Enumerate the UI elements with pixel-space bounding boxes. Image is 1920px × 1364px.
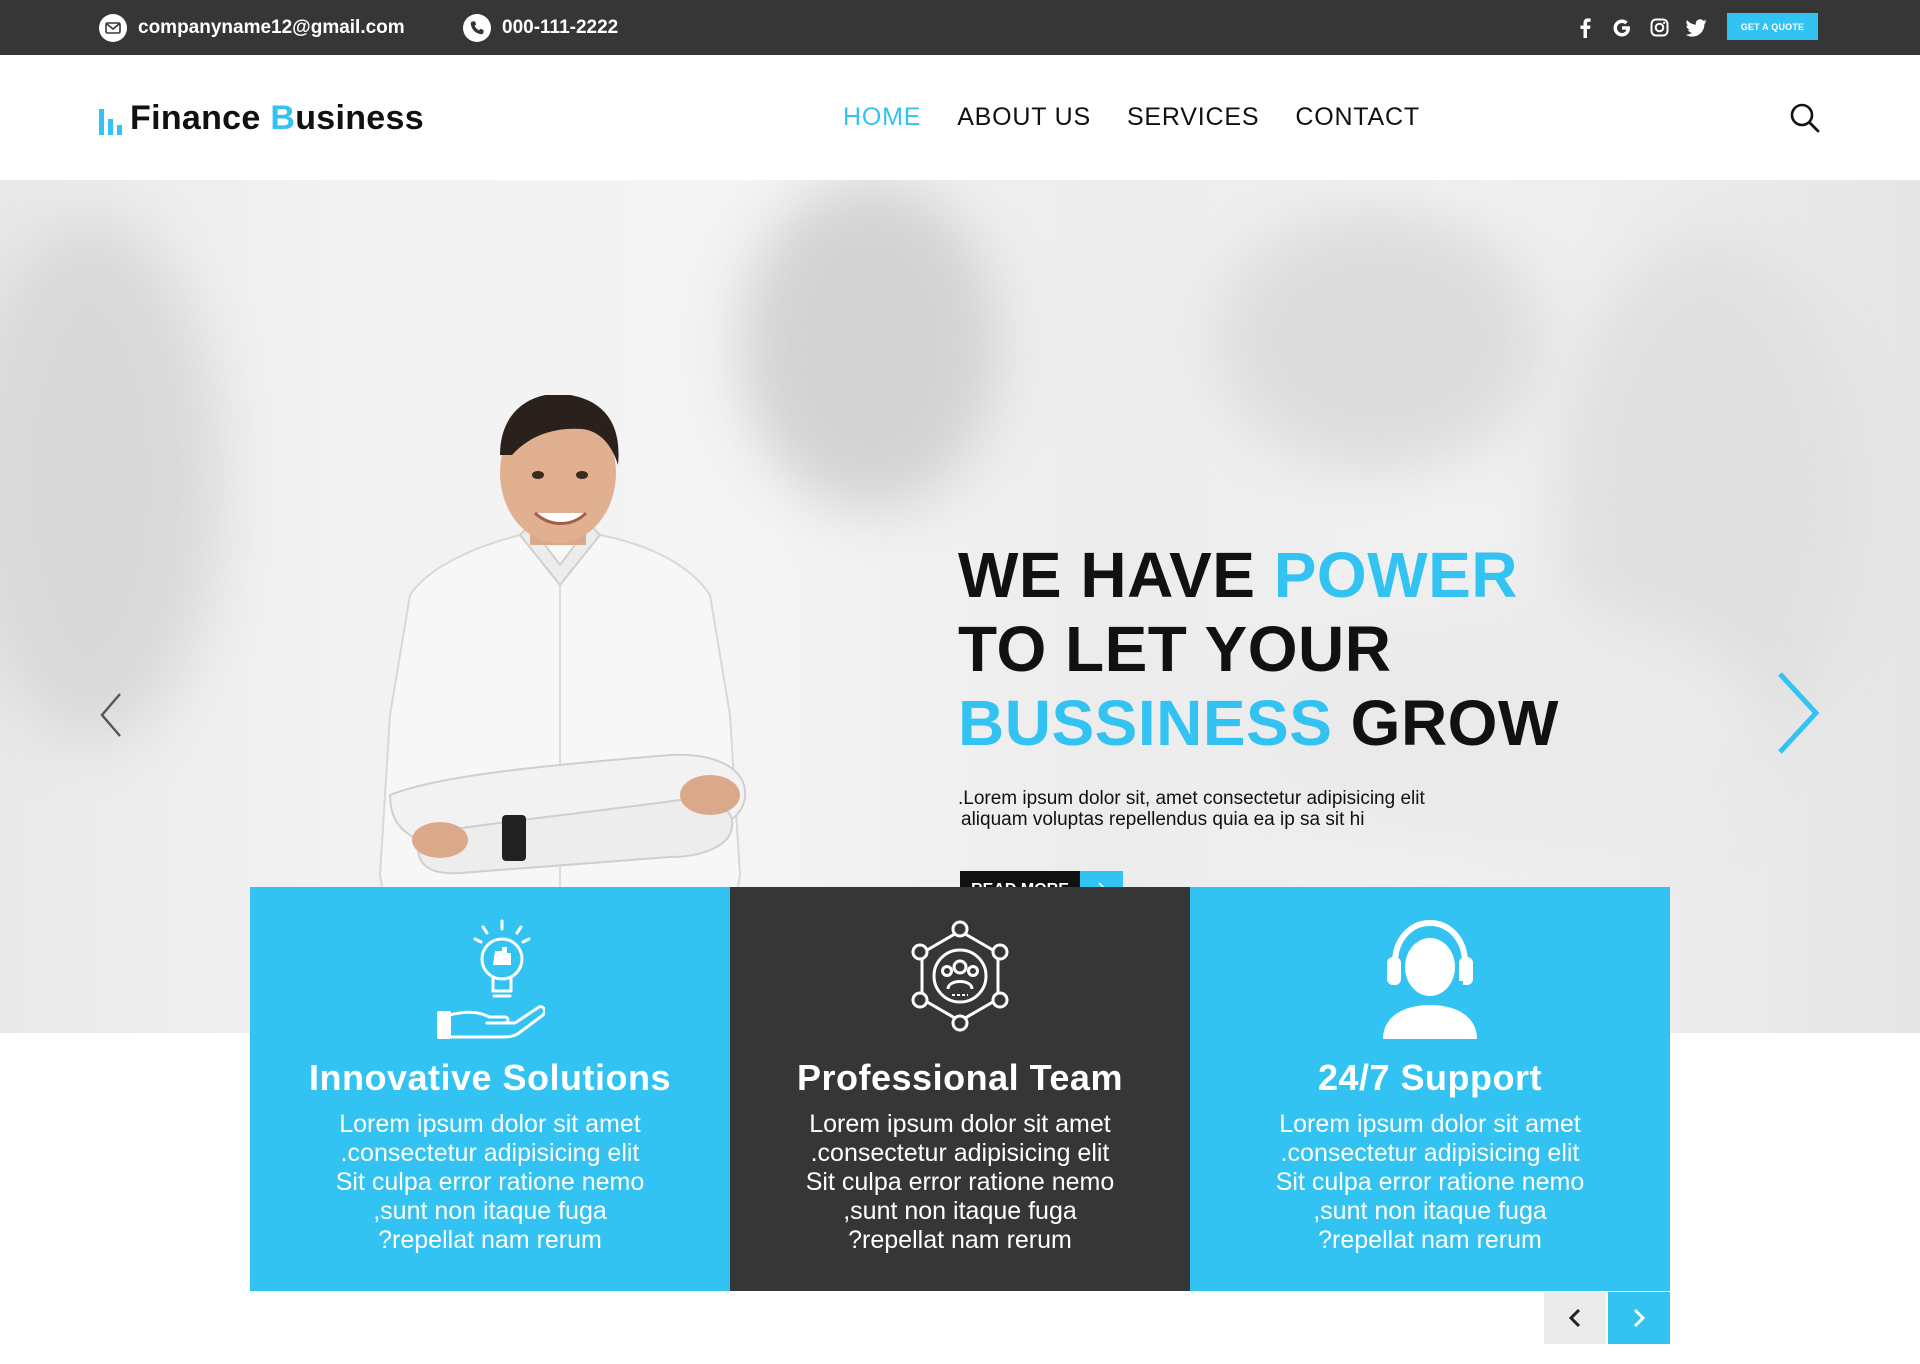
facebook-icon[interactable]: [1574, 17, 1596, 39]
slider-next-arrow[interactable]: [1774, 670, 1822, 756]
email-text: companyname12@gmail.com: [138, 16, 405, 38]
feature-description: Lorem ipsum dolor sit amet .consectetur …: [805, 1110, 1115, 1254]
team-network-icon: [905, 919, 1015, 1039]
get-a-quote-button[interactable]: GET A QUOTE: [1727, 13, 1818, 40]
nav-home[interactable]: HOME: [843, 103, 921, 132]
feature-title: 24/7 Support: [1317, 1057, 1543, 1098]
background-blur: [740, 180, 1000, 510]
phone-text: 000-111-2222: [502, 16, 619, 38]
feature-card-professional-team: Professional Team Lorem ipsum dolor sit …: [730, 887, 1190, 1291]
nav-services[interactable]: SERVICES: [1127, 103, 1259, 132]
feature-title: Professional Team: [797, 1057, 1123, 1098]
phone-icon: [463, 13, 491, 42]
hero-heading: WE HAVE POWER TO LET YOUR BUSSINESS GROW: [958, 539, 1559, 759]
chevron-left-icon: [1568, 1308, 1581, 1328]
site-logo[interactable]: Finance Business: [99, 99, 424, 138]
cards-prev-button[interactable]: [1544, 1292, 1606, 1344]
feature-description: Lorem ipsum dolor sit amet .consectetur …: [1275, 1110, 1585, 1254]
chevron-right-icon: [1633, 1308, 1646, 1328]
feature-description: Lorem ipsum dolor sit amet .consectetur …: [335, 1110, 645, 1254]
hero-description: .Lorem ipsum dolor sit, amet consectetur…: [958, 788, 1425, 830]
main-nav: HOME ABOUT US SERVICES CONTACT: [843, 103, 1420, 132]
background-blur: [0, 220, 220, 740]
instagram-icon[interactable]: [1648, 17, 1670, 39]
phone-contact[interactable]: 000-111-2222: [463, 0, 618, 55]
top-bar: companyname12@gmail.com 000-111-2222 GET…: [0, 0, 1920, 55]
background-blur: [1220, 210, 1540, 470]
site-header: Finance Business HOME ABOUT US SERVICES …: [0, 55, 1920, 180]
feature-title: Innovative Solutions: [308, 1057, 672, 1098]
social-links: [1574, 0, 1707, 55]
twitter-icon[interactable]: [1685, 17, 1707, 39]
slider-prev-arrow[interactable]: [96, 690, 126, 740]
mail-icon: [99, 13, 127, 42]
logo-text: Finance Business: [130, 99, 424, 137]
search-icon[interactable]: [1788, 101, 1822, 135]
feature-card-innovative-solutions: Innovative Solutions Lorem ipsum dolor s…: [250, 887, 730, 1291]
logo-bars-icon: [99, 108, 122, 135]
google-icon[interactable]: [1611, 17, 1633, 39]
nav-about-us[interactable]: ABOUT US: [957, 103, 1091, 132]
feature-card-24-7-support: 24/7 Support Lorem ipsum dolor sit amet …: [1190, 887, 1670, 1291]
headset-support-icon: [1375, 919, 1485, 1039]
feature-cards: Innovative Solutions Lorem ipsum dolor s…: [250, 887, 1670, 1291]
lightbulb-hand-icon: [435, 919, 547, 1039]
cards-next-button[interactable]: [1608, 1292, 1670, 1344]
nav-contact[interactable]: CONTACT: [1295, 103, 1420, 132]
email-contact[interactable]: companyname12@gmail.com: [99, 0, 405, 55]
